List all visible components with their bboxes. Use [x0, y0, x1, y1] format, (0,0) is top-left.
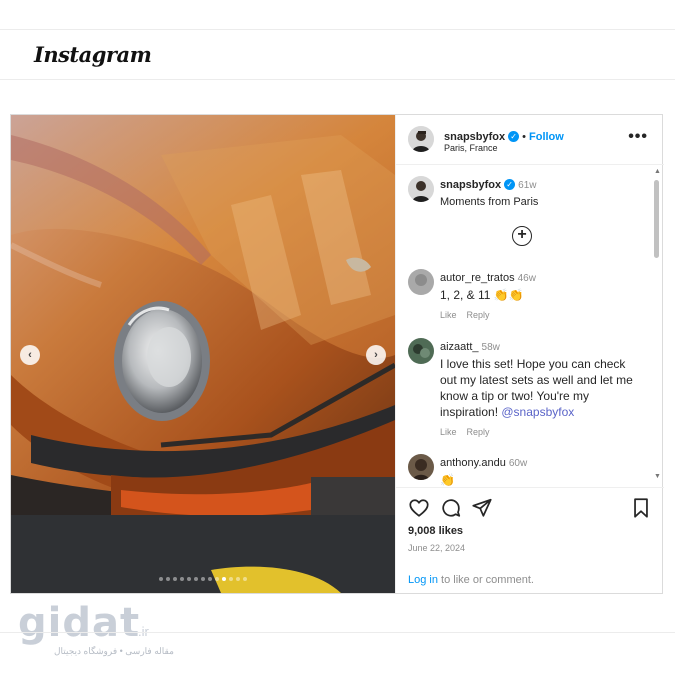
author-username[interactable]: snapsbyfox: [444, 131, 505, 143]
separator: •: [522, 131, 526, 143]
like-heart-icon[interactable]: [408, 497, 430, 519]
carousel-dot[interactable]: [222, 577, 226, 581]
car-photo: [11, 115, 395, 593]
post-sidebar: snapsbyfox ✓ • Follow Paris, France ••• sna…: [395, 115, 664, 593]
comment-text: 1, 2, & 11 👏👏: [440, 288, 524, 302]
carousel-dot[interactable]: [166, 577, 170, 581]
carousel-dot[interactable]: [159, 577, 163, 581]
comment-avatar[interactable]: [408, 338, 434, 364]
login-prompt-text: to like or comment.: [437, 574, 534, 586]
post-media[interactable]: ‹ ›: [11, 115, 395, 593]
carousel-dots: [11, 577, 395, 581]
comment-text: I love this set! Hope you can check out …: [440, 356, 640, 420]
comment-body: aizaatt_ 58w I love this set! Hope you ca…: [440, 338, 640, 440]
post-header: snapsbyfox ✓ • Follow Paris, France •••: [396, 115, 664, 165]
carousel-dot[interactable]: [243, 577, 247, 581]
watermark-brand: gidat: [18, 600, 141, 646]
comment-time: 60w: [508, 458, 528, 469]
caption-time: 61w: [518, 180, 537, 191]
like-comment-button[interactable]: Like: [440, 310, 457, 320]
comment-username[interactable]: aizaatt_: [440, 341, 479, 353]
scroll-up-arrow-icon[interactable]: ▲: [654, 168, 661, 175]
carousel-dot[interactable]: [236, 577, 240, 581]
carousel-next-button[interactable]: ›: [366, 345, 386, 365]
comments-scrollbar[interactable]: ▲ ▼: [652, 166, 661, 486]
carousel-dot[interactable]: [173, 577, 177, 581]
post-date[interactable]: June 22, 2024: [408, 543, 465, 553]
like-comment-button[interactable]: Like: [440, 427, 457, 437]
caption-body: snapsbyfox ✓ 61w Moments from Paris: [440, 176, 640, 210]
verified-badge-icon: ✓: [508, 131, 520, 142]
comment-actions: Like Reply: [440, 307, 640, 323]
watermark-tagline: مقاله فارسی • فروشگاه دیجیتال: [54, 646, 174, 656]
carousel-dot[interactable]: [208, 577, 212, 581]
comment-username[interactable]: autor_re_tratos: [440, 272, 515, 284]
caption-text: Moments from Paris: [440, 196, 539, 208]
save-bookmark-icon[interactable]: [630, 497, 652, 519]
share-send-icon[interactable]: [471, 497, 493, 519]
browser-top-bar: [0, 0, 675, 30]
login-prompt: Log in to like or comment.: [408, 574, 534, 586]
scroll-down-arrow-icon[interactable]: ▼: [654, 473, 661, 480]
more-options-icon[interactable]: •••: [628, 128, 648, 146]
mention-link[interactable]: @snapsbyfox: [501, 405, 574, 419]
post-location[interactable]: Paris, France: [444, 143, 498, 153]
reply-button[interactable]: Reply: [467, 427, 490, 437]
author-avatar[interactable]: [408, 126, 434, 152]
instagram-logo[interactable]: Instagram: [34, 42, 152, 67]
site-header: Instagram: [0, 30, 675, 80]
comment-bubble-icon[interactable]: [440, 497, 462, 519]
footer-divider: [0, 632, 675, 633]
likes-count[interactable]: 9,008 likes: [408, 525, 463, 537]
carousel-dot[interactable]: [194, 577, 198, 581]
comment-body: autor_re_tratos 46w 1, 2, & 11 👏👏 Like Rep…: [440, 269, 640, 323]
comments-list[interactable]: snapsbyfox ✓ 61w Moments from Paris + auto…: [396, 166, 664, 486]
comment-actions: Like Reply: [440, 424, 640, 440]
post-actions: 9,008 likes June 22, 2024 Log in to like…: [396, 487, 664, 593]
carousel-dot[interactable]: [187, 577, 191, 581]
carousel-dot[interactable]: [215, 577, 219, 581]
comment-text: 👏: [440, 473, 455, 486]
caption-username[interactable]: snapsbyfox: [440, 179, 501, 191]
comment-time: 58w: [481, 342, 500, 353]
comment-body: anthony.andu 60w 👏: [440, 454, 640, 486]
caption-avatar[interactable]: [408, 176, 434, 202]
load-more-comments-button[interactable]: +: [512, 226, 532, 246]
comment-avatar[interactable]: [408, 454, 434, 480]
verified-badge-icon: ✓: [504, 179, 516, 190]
carousel-dot[interactable]: [180, 577, 184, 581]
carousel-dot[interactable]: [229, 577, 233, 581]
post-card: ‹ › snapsbyfox ✓ • Follow Paris, France •••…: [10, 114, 664, 594]
follow-button[interactable]: Follow: [529, 131, 564, 143]
comment-time: 46w: [517, 273, 536, 284]
carousel-dot[interactable]: [201, 577, 205, 581]
scroll-thumb[interactable]: [654, 180, 659, 258]
reply-button[interactable]: Reply: [467, 310, 490, 320]
comment-username[interactable]: anthony.andu: [440, 457, 506, 469]
carousel-prev-button[interactable]: ‹: [20, 345, 40, 365]
login-link[interactable]: Log in: [408, 574, 438, 586]
comment-avatar[interactable]: [408, 269, 434, 295]
